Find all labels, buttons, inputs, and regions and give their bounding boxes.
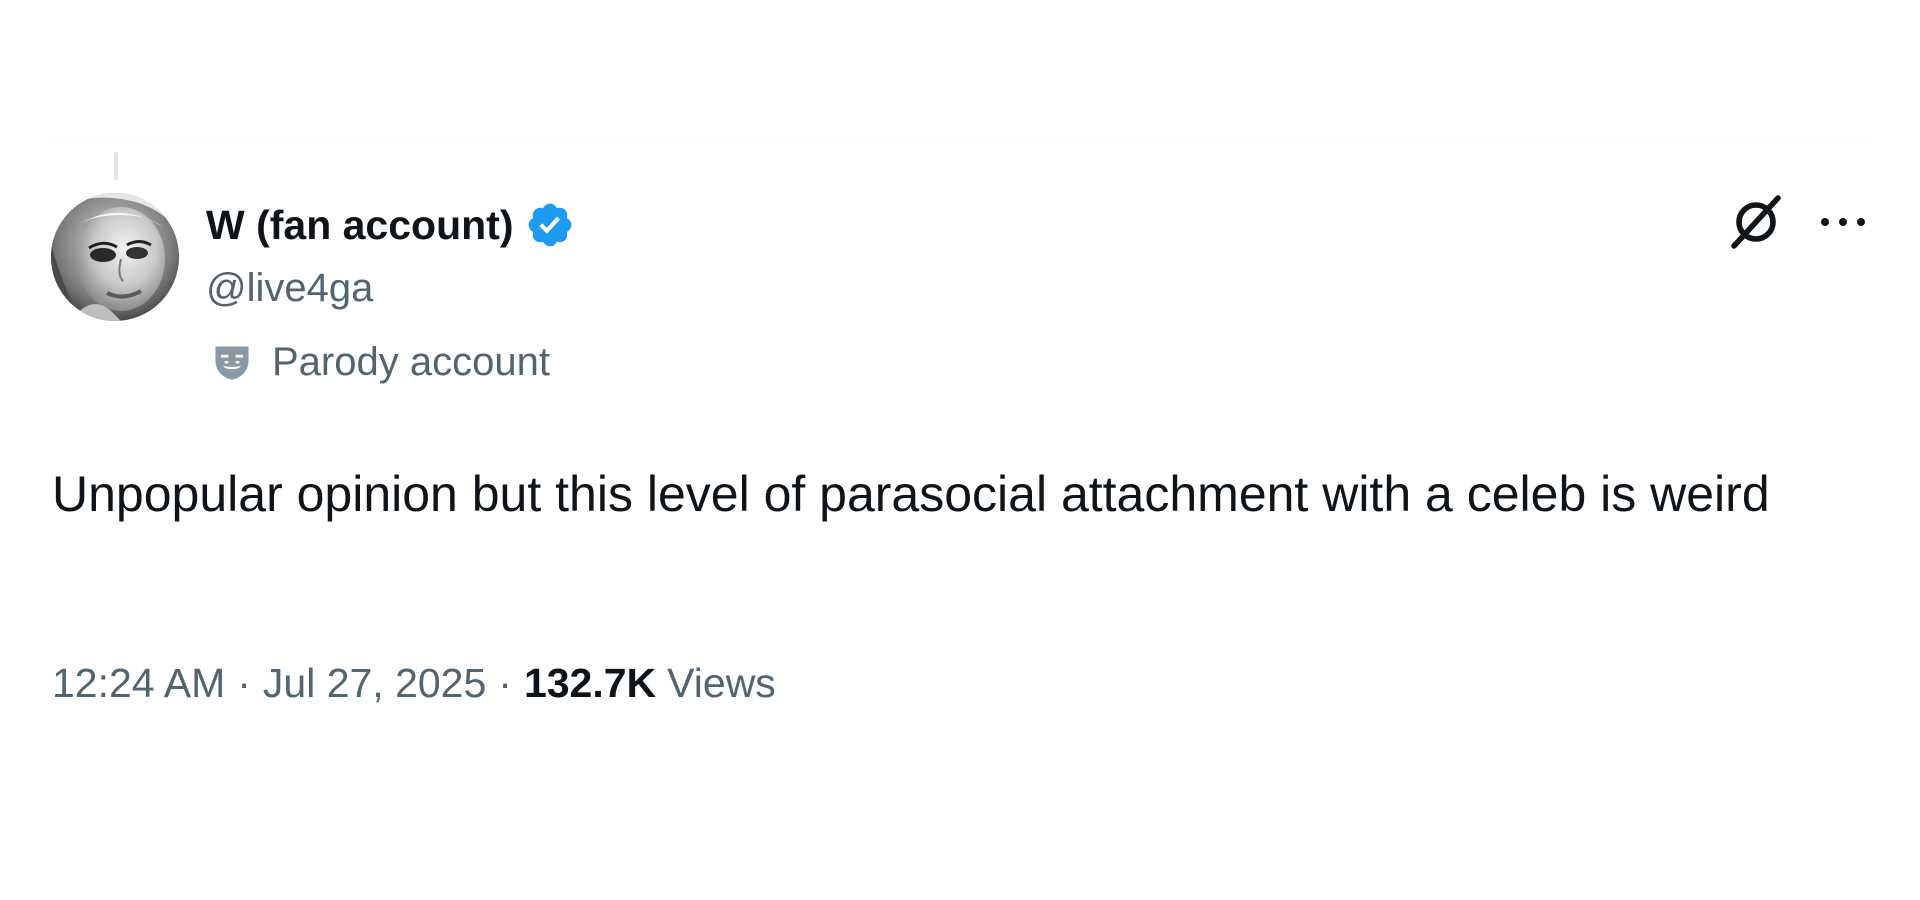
parody-label-text: Parody account (272, 340, 550, 384)
avatar-image (51, 193, 179, 321)
verified-badge-icon (529, 203, 572, 247)
top-divider (52, 142, 1872, 143)
meta-separator: · (498, 660, 512, 706)
grok-icon[interactable] (1728, 192, 1784, 252)
author-handle[interactable]: @live4ga (206, 266, 373, 311)
more-options-icon[interactable] (1818, 212, 1868, 232)
views-count[interactable]: 132.7K (524, 660, 656, 707)
parody-label: Parody account (210, 340, 550, 385)
tweet-meta: 12:24 AM · Jul 27, 2025 · 132.7K Views (52, 660, 776, 707)
views-label[interactable]: Views (656, 660, 776, 707)
tweet-text: Unpopular opinion but this level of para… (52, 466, 1770, 522)
tweet-header-actions (1728, 192, 1868, 252)
author-display-name[interactable]: W (fan account) (206, 202, 513, 249)
thread-connector-line (114, 152, 118, 180)
avatar[interactable] (51, 193, 179, 321)
meta-separator: · (237, 660, 251, 706)
tweet-time[interactable]: 12:24 AM (52, 660, 225, 707)
author-name-row[interactable]: W (fan account) (206, 198, 575, 252)
tweet-page: W (fan account) @live4ga Parody account … (0, 0, 1920, 900)
parody-mask-icon (215, 346, 249, 379)
tweet-date[interactable]: Jul 27, 2025 (263, 660, 486, 707)
